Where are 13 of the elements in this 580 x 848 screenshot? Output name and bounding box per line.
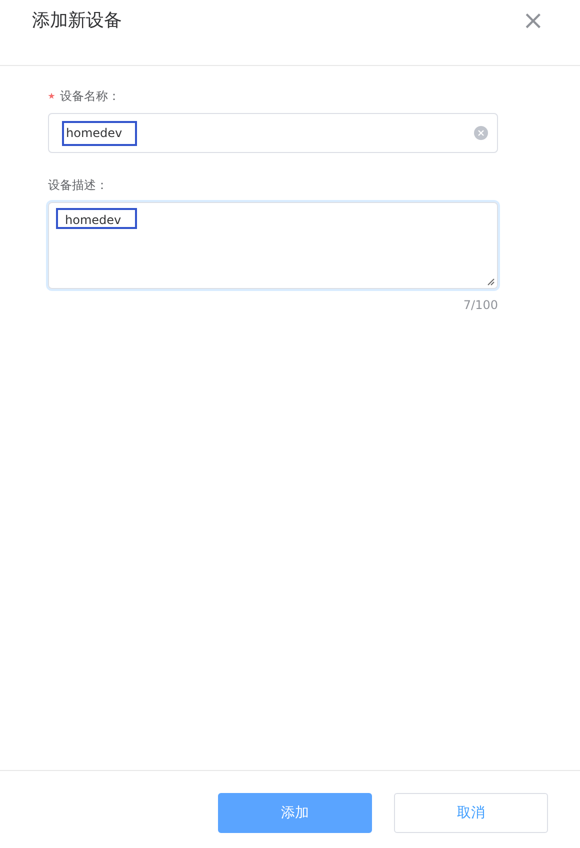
- textarea-value: homedev: [65, 213, 122, 227]
- field-label: 设备描述：: [48, 176, 108, 194]
- resize-grip-icon[interactable]: [487, 278, 495, 286]
- drawer-title: 添加新设备: [32, 9, 122, 33]
- description-textarea[interactable]: homedev: [48, 202, 498, 289]
- field-label: 设备名称：: [60, 88, 120, 104]
- name-input-field[interactable]: homedev: [48, 113, 498, 153]
- input-value: homedev: [66, 126, 122, 140]
- cancel-button[interactable]: 取消: [394, 793, 548, 833]
- required-icon: [48, 92, 55, 100]
- close-button[interactable]: ×: [522, 8, 544, 34]
- character-counter: 7/100: [463, 298, 498, 312]
- add-button[interactable]: 添加: [218, 793, 372, 833]
